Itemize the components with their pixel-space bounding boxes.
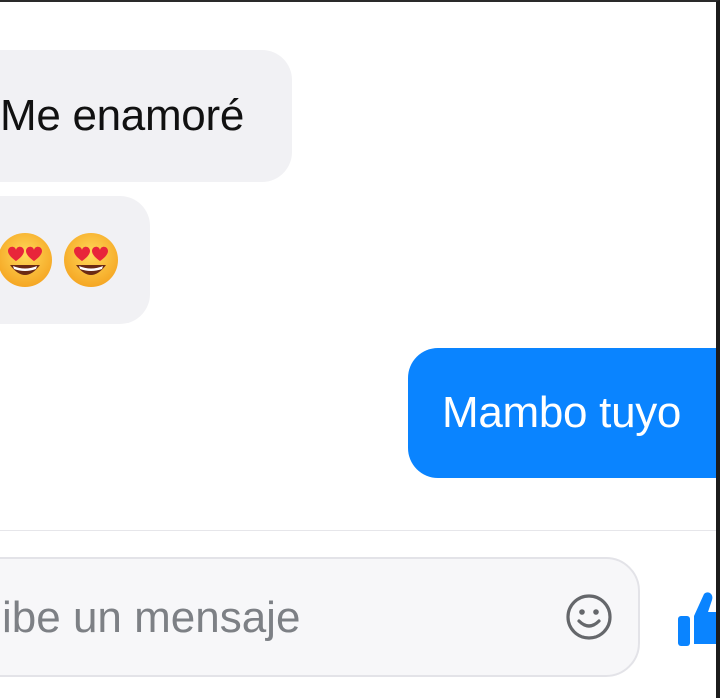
- heart-eyes-emoji-icon: [62, 231, 120, 289]
- thumbs-up-icon[interactable]: [672, 586, 716, 650]
- incoming-message-bubble: Me enamoré: [0, 50, 292, 182]
- message-input-placeholder[interactable]: ibe un mensaje: [2, 593, 300, 643]
- message-composer: ibe un mensaje: [0, 557, 640, 677]
- composer-divider: [0, 530, 716, 531]
- smiley-icon[interactable]: [564, 592, 614, 642]
- heart-eyes-emoji-icon: [0, 231, 54, 289]
- outgoing-message-bubble: Mambo tuyo: [408, 348, 716, 478]
- message-text: Mambo tuyo: [442, 388, 682, 437]
- incoming-emoji-bubble: [0, 196, 150, 324]
- message-text: Me enamoré: [0, 91, 245, 140]
- chat-screen: Me enamoré Mambo tuyo ibe un mensaje: [0, 0, 720, 698]
